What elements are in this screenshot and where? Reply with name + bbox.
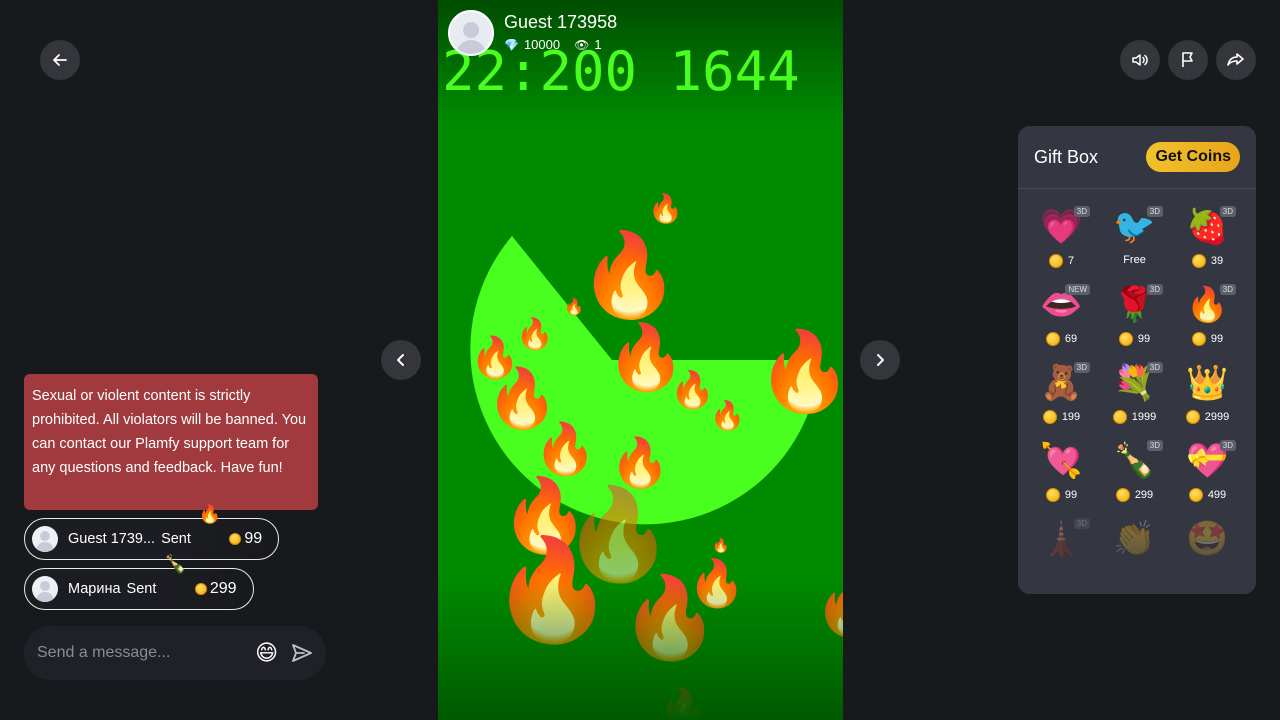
community-notice: Sexual or violent content is strictly pr… (24, 374, 318, 510)
gift-price: 69 (1045, 332, 1077, 346)
chevron-right-icon (877, 354, 884, 366)
gift-price: 99 (1045, 488, 1077, 502)
coin-icon (1048, 254, 1063, 268)
diamond-count: 💎 10000 (504, 37, 561, 52)
fire-effect: 🔥 (486, 366, 559, 431)
chat-sender-name[interactable]: Guest 1739... (68, 531, 155, 547)
gift-grid: 3D 💗 7 3D 🐦 Free 3D 🍓 39 NEW 👄 69 3D 🌹 99 3D 🔥 99 3D… (1018, 204, 1256, 586)
chat-sender-name[interactable]: Марина (68, 581, 121, 597)
speaker-icon (1132, 54, 1148, 66)
gift-item[interactable]: 3D 🔥 99 (1171, 282, 1244, 352)
fire-effect: 🔥 (564, 299, 584, 316)
coin-icon (1112, 410, 1127, 424)
fire-effect: 🔥 (578, 230, 681, 321)
gift-box-title: Gift Box (1034, 146, 1099, 167)
chat-message: Марина Sent 🍾 299 (24, 554, 254, 610)
emoji-icon[interactable]: 😄 (255, 640, 278, 666)
back-button[interactable] (40, 40, 80, 80)
gift-price: 1999 (1112, 410, 1156, 424)
gift-price: 39 (1191, 254, 1223, 268)
next-stream-button[interactable] (860, 340, 900, 380)
gift-item[interactable]: 3D 🌹 99 (1098, 282, 1171, 352)
gift-item[interactable]: 3D 💗 7 (1025, 204, 1098, 274)
gift-item[interactable]: 💘 99 (1025, 438, 1098, 508)
champagne-gift-icon: 🍾 (164, 554, 187, 574)
chat-gift-amount: 99 (244, 530, 263, 547)
video-bottom-shade (438, 580, 843, 720)
coin-icon (1042, 410, 1057, 424)
chat-action: Sent (161, 531, 191, 547)
gift-price: 99 (1118, 332, 1150, 346)
coin-icon (1191, 332, 1206, 346)
gift-item[interactable]: 3D 🐦 Free (1098, 204, 1171, 274)
coin-icon (1185, 410, 1200, 424)
coin-icon (1191, 254, 1206, 268)
message-input[interactable] (37, 644, 256, 662)
gift-box-panel: Gift Box Get Coins 3D 💗 7 3D 🐦 Free 3D 🍓 39 NE… (1018, 126, 1256, 594)
fire-effect: 🔥 (516, 318, 554, 351)
gift-item[interactable]: 3D 💝 499 (1171, 438, 1244, 508)
eye-icon: 👁 (574, 37, 590, 52)
fire-effect: 🔥 (756, 327, 843, 415)
coin-icon (1045, 332, 1060, 346)
gift-price: 199 (1042, 410, 1080, 424)
gift-price: 299 (1115, 488, 1153, 502)
chat-message: Guest 1739... Sent 🔥 99 (24, 504, 280, 560)
heart-arrow-icon: 💘 (1040, 442, 1083, 480)
message-composer: 😄 (24, 626, 326, 680)
coin-icon (1188, 488, 1203, 502)
fire-gift-icon: 🔥 (198, 504, 222, 524)
gift-price: 499 (1188, 488, 1226, 502)
chat-gift-amount: 299 (209, 580, 237, 597)
previous-stream-button[interactable] (381, 340, 421, 380)
get-coins-button[interactable]: Get Coins (1146, 142, 1240, 172)
chat-avatar[interactable] (32, 576, 58, 602)
gift-price: Free (1123, 254, 1146, 266)
share-button[interactable] (1216, 40, 1256, 80)
coin-icon (194, 583, 207, 595)
gift-price: 99 (1191, 332, 1223, 346)
host-avatar[interactable] (448, 10, 494, 56)
fire-effect: 🔥 (712, 537, 730, 553)
fire-effect: 🔥 (610, 437, 670, 490)
host-name[interactable]: Guest 173958 (504, 12, 617, 33)
report-button[interactable] (1168, 40, 1208, 80)
gift-price: 2999 (1185, 410, 1229, 424)
coin-icon (1115, 488, 1130, 502)
fire-effect: 🔥 (648, 193, 683, 224)
chat-avatar[interactable] (32, 526, 58, 552)
share-icon (1227, 53, 1244, 66)
gift-list-fade (1018, 534, 1256, 594)
send-icon[interactable] (290, 641, 314, 665)
host-info: Guest 173958 💎 10000 👁 1 (448, 10, 617, 56)
gift-item[interactable]: 3D 🧸 199 (1025, 360, 1098, 430)
viewer-count: 👁 1 (574, 37, 602, 52)
arrow-left-icon (53, 54, 67, 66)
fire-effect: 🔥 (534, 421, 597, 477)
fire-effect: 🔥 (710, 400, 745, 431)
coin-icon (229, 533, 242, 545)
chevron-left-icon (397, 354, 404, 366)
flag-icon (1182, 52, 1193, 67)
gift-price: 7 (1048, 254, 1074, 268)
tiara-icon: 👑 (1186, 364, 1229, 402)
live-stream-video[interactable]: 22:200 1644 🔥 🔥 🔥 🔥 🔥 🔥 🔥 🔥 🔥 🔥 🔥 🔥 🔥 🔥 … (438, 0, 843, 720)
gift-item[interactable]: 3D 🍾 299 (1098, 438, 1171, 508)
fire-effect: 🔥 (670, 369, 715, 410)
chat-action: Sent (126, 581, 157, 597)
gift-item[interactable]: 3D 🍓 39 (1171, 204, 1244, 274)
gift-item[interactable]: NEW 👄 69 (1025, 282, 1098, 352)
gift-item[interactable]: 👑 2999 (1171, 360, 1244, 430)
coin-icon (1045, 488, 1060, 502)
sound-button[interactable] (1120, 40, 1160, 80)
coin-icon (1118, 332, 1133, 346)
gift-item[interactable]: 3D 💐 1999 (1098, 360, 1171, 430)
diamond-icon: 💎 (504, 37, 519, 52)
